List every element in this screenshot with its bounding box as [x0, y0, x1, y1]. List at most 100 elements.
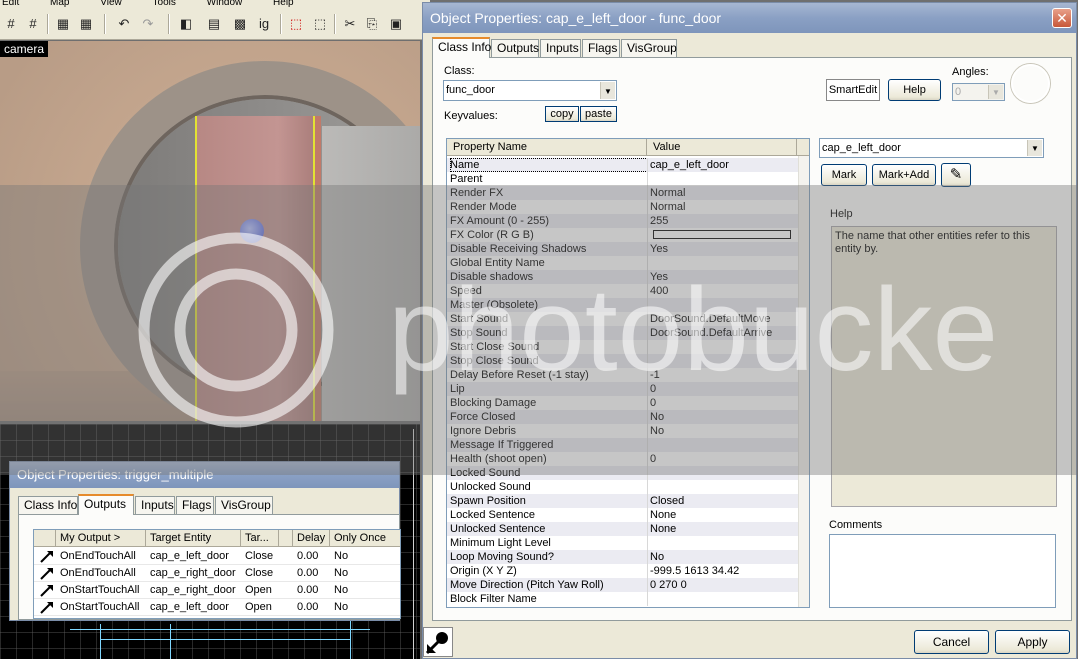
property-row[interactable]: Global Entity Name — [447, 256, 798, 270]
property-row[interactable]: Spawn Position Closed — [447, 494, 798, 508]
property-row[interactable]: Stop Sound DoorSound.DefaultArrive — [447, 326, 798, 340]
property-row[interactable]: Parent — [447, 172, 798, 186]
pick-entity-corner[interactable] — [423, 627, 453, 657]
property-row[interactable]: Minimum Light Level — [447, 536, 798, 550]
property-row[interactable]: Stop Close Sound — [447, 354, 798, 368]
hollow-icon[interactable]: ▤ — [206, 16, 222, 32]
grid-icon[interactable]: # — [3, 16, 19, 32]
property-row[interactable]: Locked Sentence None — [447, 508, 798, 522]
output-row[interactable]: OnStartTouchAll cap_e_left_door Open 0.0… — [34, 599, 400, 616]
property-row[interactable]: Start Sound DoorSound.DefaultMove — [447, 312, 798, 326]
property-row[interactable]: FX Color (R G B) — [447, 228, 798, 242]
property-row[interactable]: Origin (X Y Z) -999.5 1613 34.42 — [447, 564, 798, 578]
paste-icon[interactable]: ▣ — [388, 16, 404, 32]
property-row[interactable]: Loop Moving Sound? No — [447, 550, 798, 564]
menu-map[interactable]: Map — [48, 0, 69, 8]
angles-dial[interactable] — [1011, 64, 1050, 103]
property-row[interactable]: Unlocked Sentence None — [447, 522, 798, 536]
outputs-col-target-input[interactable]: Tar... — [241, 530, 279, 547]
right-door-brush[interactable] — [322, 126, 420, 421]
undo-icon[interactable]: ↶ — [116, 16, 132, 32]
cancel-button[interactable]: Cancel — [914, 630, 989, 654]
trigger-tab-visgroup[interactable]: VisGroup — [215, 496, 273, 514]
property-row[interactable]: Block Filter Name — [447, 592, 798, 606]
help-button[interactable]: Help — [888, 79, 941, 101]
outputs-col-delay[interactable]: Delay — [293, 530, 330, 547]
trigger-tab-flags[interactable]: Flags — [176, 496, 214, 514]
menu-view[interactable]: View — [98, 0, 122, 8]
close-button[interactable]: ✕ — [1052, 8, 1072, 28]
output-row[interactable]: OnStartTouchAll cap_e_right_door Open 0.… — [34, 582, 400, 599]
property-row[interactable]: Render Mode Normal — [447, 200, 798, 214]
outputs-col-target-entity[interactable]: Target Entity — [146, 530, 241, 547]
group-icon[interactable]: ▦ — [55, 16, 71, 32]
mark-button[interactable]: Mark — [821, 164, 867, 186]
eyedropper-button[interactable]: ✎ — [941, 163, 971, 187]
property-row[interactable]: Force Closed No — [447, 410, 798, 424]
outputs-col-my-output[interactable]: My Output > — [56, 530, 146, 547]
property-row[interactable]: Message If Triggered — [447, 438, 798, 452]
class-combo[interactable]: func_door ▼ — [443, 80, 617, 101]
copy-icon[interactable]: ⎘ — [364, 16, 380, 32]
tab-class-info[interactable]: Class Info — [432, 37, 491, 58]
tab-flags[interactable]: Flags — [582, 39, 620, 57]
camera-viewport[interactable]: camera — [0, 41, 420, 421]
paste-button[interactable]: paste — [580, 106, 617, 122]
menu-edit[interactable]: Edit — [0, 0, 19, 8]
menu-tools[interactable]: Tools — [151, 0, 176, 8]
grid-plus-icon[interactable]: # — [25, 16, 41, 32]
smartedit-toggle[interactable]: SmartEdit — [826, 79, 880, 101]
cut-icon[interactable]: ✂ — [342, 16, 358, 32]
chevron-down-icon[interactable]: ▼ — [600, 82, 615, 99]
texture-icon[interactable]: ▩ — [232, 16, 248, 32]
chevron-down-icon[interactable]: ▼ — [1027, 140, 1042, 156]
entity-sphere[interactable] — [240, 219, 264, 243]
col-value[interactable]: Value — [647, 139, 797, 156]
property-row[interactable]: Start Close Sound — [447, 340, 798, 354]
ignore-groups-icon[interactable]: ig — [256, 16, 272, 32]
property-row[interactable]: Disable Receiving Shadows Yes — [447, 242, 798, 256]
copy-button[interactable]: copy — [545, 106, 579, 122]
outputs-col-only-once[interactable]: Only Once — [330, 530, 400, 547]
mark-add-button[interactable]: Mark+Add — [872, 164, 936, 186]
name-value-combo[interactable]: cap_e_left_door ▼ — [819, 138, 1044, 158]
grid-scrollbar[interactable] — [798, 156, 809, 607]
ungroup-icon[interactable]: ▦ — [78, 16, 94, 32]
property-row[interactable]: Render FX Normal — [447, 186, 798, 200]
keyvalues-grid[interactable]: Property Name Value Name cap_e_left_door P… — [446, 138, 810, 608]
output-row[interactable]: OnEndTouchAll cap_e_left_door Close 0.00… — [34, 548, 400, 565]
carve-icon[interactable]: ◧ — [178, 16, 194, 32]
property-row[interactable]: Blocking Damage 0 — [447, 396, 798, 410]
apply-button[interactable]: Apply — [995, 630, 1070, 654]
property-row[interactable]: Unlocked Sound — [447, 480, 798, 494]
property-row[interactable]: Move Direction (Pitch Yaw Roll) 0 270 0 — [447, 578, 798, 592]
comments-textarea[interactable] — [829, 534, 1056, 608]
trigger-tab-class-info[interactable]: Class Info — [18, 496, 78, 514]
trigger-tab-inputs[interactable]: Inputs — [135, 496, 175, 514]
property-row[interactable]: Disable shadows Yes — [447, 270, 798, 284]
property-row[interactable]: FX Amount (0 - 255) 255 — [447, 214, 798, 228]
property-row[interactable]: Health (shoot open) 0 — [447, 452, 798, 466]
property-row[interactable]: Locked Sound — [447, 466, 798, 480]
left-door-brush-selected[interactable] — [195, 116, 315, 421]
menu-window[interactable]: Window — [205, 0, 243, 8]
col-property-name[interactable]: Property Name — [447, 139, 647, 156]
property-row[interactable]: Name cap_e_left_door — [447, 158, 798, 172]
property-row[interactable]: Ignore Debris No — [447, 424, 798, 438]
property-row[interactable]: Speed 400 — [447, 284, 798, 298]
tab-inputs[interactable]: Inputs — [540, 39, 581, 57]
menu-help[interactable]: Help — [271, 0, 294, 8]
property-row[interactable]: Delay Before Reset (-1 stay) -1 — [447, 368, 798, 382]
select-box-icon[interactable]: ⬚ — [312, 16, 328, 32]
tab-outputs[interactable]: Outputs — [491, 39, 539, 57]
redo-icon[interactable]: ↷ — [140, 16, 156, 32]
property-row[interactable]: Master (Obsolete) — [447, 298, 798, 312]
color-swatch[interactable] — [653, 230, 791, 239]
outputs-table[interactable]: My Output > Target Entity Tar... Delay O… — [33, 529, 401, 619]
chevron-down-icon[interactable]: ▼ — [988, 85, 1003, 99]
output-row[interactable]: OnEndTouchAll cap_e_right_door Close 0.0… — [34, 565, 400, 582]
trigger-tab-outputs[interactable]: Outputs — [78, 494, 134, 515]
tab-visgroup[interactable]: VisGroup — [621, 39, 677, 57]
select-icon[interactable]: ⬚ — [288, 16, 304, 32]
property-row[interactable]: Lip 0 — [447, 382, 798, 396]
